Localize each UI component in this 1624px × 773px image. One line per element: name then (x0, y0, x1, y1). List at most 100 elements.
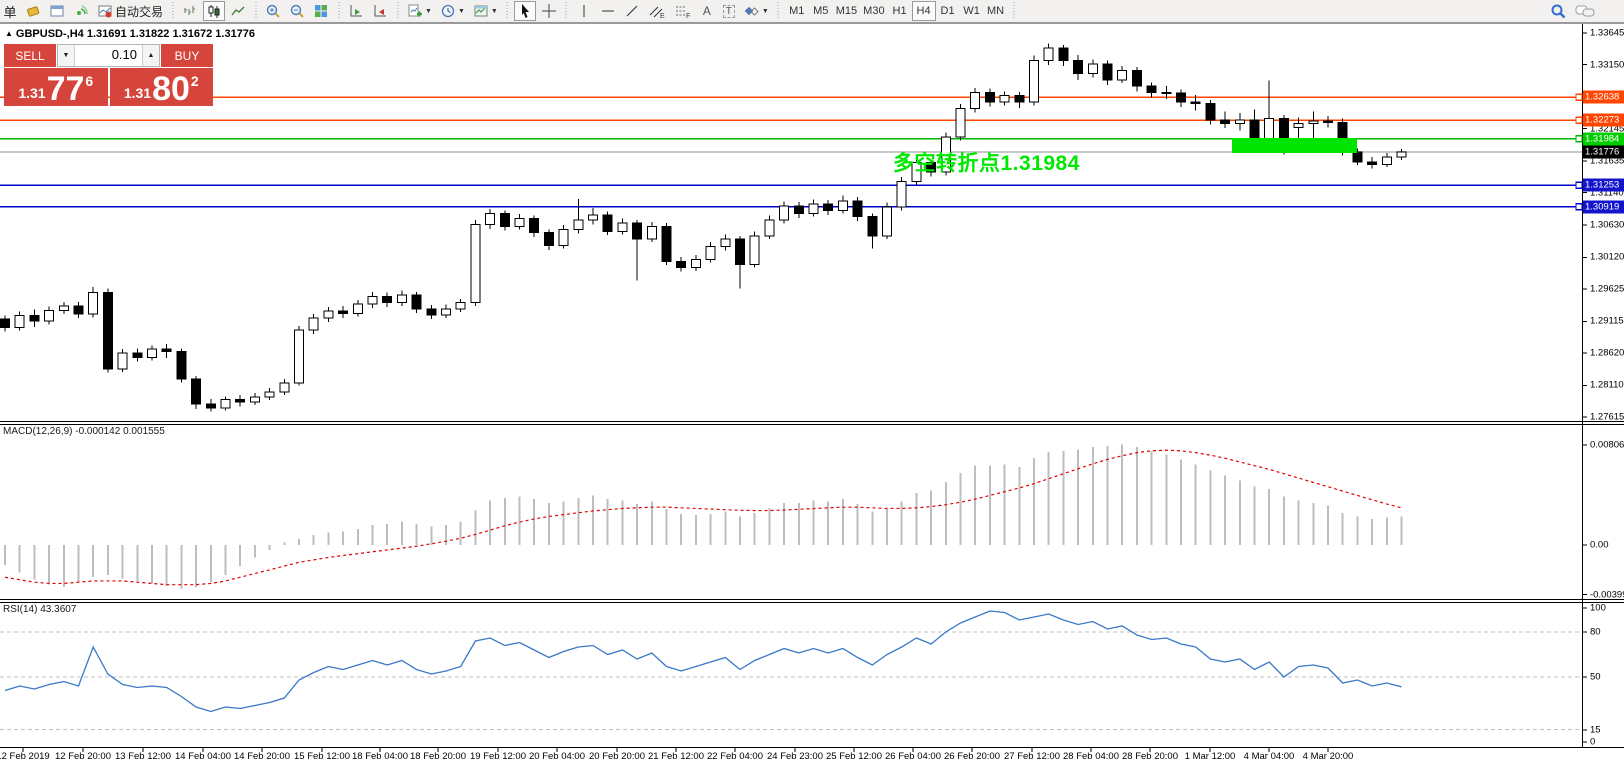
timeframe-m30[interactable]: M30 (860, 1, 887, 21)
time-scale-label: 24 Feb 23:00 (767, 751, 823, 762)
time-scale-label: 15 Feb 12:00 (294, 751, 350, 762)
vertical-line-tool[interactable] (573, 1, 595, 21)
candle-body (176, 351, 187, 380)
candle-body (132, 352, 143, 358)
add-indicator-icon (408, 4, 423, 17)
time-scale-label: 1 Mar 12:00 (1184, 751, 1236, 762)
cursor-tool-button[interactable] (513, 1, 536, 21)
new-order-button[interactable]: 单 (0, 1, 20, 21)
candle-body (632, 222, 643, 240)
collapse-trade-panel-icon[interactable]: ▲ (5, 29, 13, 38)
search-button[interactable] (1547, 1, 1570, 21)
candle-body (73, 305, 84, 315)
candle-body (690, 258, 701, 269)
candle-body (1293, 123, 1304, 129)
line-drag-handle[interactable] (1575, 135, 1583, 143)
volume-down-button[interactable]: ▼ (58, 45, 75, 66)
autotrading-button[interactable]: 自动交易 (94, 1, 166, 21)
text-label-tool[interactable]: T (719, 1, 739, 21)
horizontal-line-tool[interactable] (597, 1, 619, 21)
crosshair-tool-button[interactable] (538, 1, 560, 21)
price-scale-label: 1.27615 (1590, 411, 1624, 423)
clock-icon (441, 4, 455, 18)
volume-up-button[interactable]: ▲ (142, 45, 159, 66)
bar-chart-mode-button[interactable] (179, 1, 201, 21)
candle-body (1029, 60, 1039, 103)
chart-canvas[interactable] (0, 23, 1624, 773)
line-drag-handle[interactable] (1575, 93, 1583, 101)
sell-price-button[interactable]: 1.31 77 6 (4, 68, 108, 106)
horizontal-line-icon (601, 10, 614, 12)
chart-area: ▲ GBPUSD-,H4 1.31691 1.31822 1.31672 1.31… (0, 23, 1624, 773)
buy-price-button[interactable]: 1.31 80 2 (109, 68, 213, 106)
time-scale-label: 12 Feb 20:00 (55, 751, 111, 762)
candle-body (352, 303, 363, 315)
candle-body (147, 348, 157, 358)
fibonacci-tool[interactable]: F (671, 1, 695, 21)
timeframe-h1[interactable]: H1 (888, 1, 912, 21)
timeframe-m5[interactable]: M5 (809, 1, 833, 21)
price-level-badge[interactable]: 1.30919 (1583, 200, 1624, 214)
channel-icon: E (649, 6, 665, 19)
price-scale-label: 1.33645 (1590, 27, 1624, 39)
equidistant-channel-tool[interactable]: E (645, 1, 669, 21)
trendline-tool[interactable] (621, 1, 643, 21)
price-level-badge[interactable]: 1.31984 (1583, 132, 1624, 146)
candle-body (499, 213, 510, 227)
indicators-dropdown[interactable]: ▼ (404, 1, 435, 21)
turning-point-annotation[interactable]: 多空转折点1.31984 (893, 147, 1080, 177)
sell-button[interactable]: SELL (4, 44, 56, 67)
price-level-badge[interactable]: 1.31776 (1583, 145, 1624, 159)
rsi-scale-label: 100 (1590, 602, 1606, 614)
periods-dropdown[interactable]: ▼ (437, 1, 468, 21)
toolbar-separator (563, 2, 569, 20)
auto-scroll-button[interactable] (345, 1, 367, 21)
buy-price-pip: 2 (190, 73, 199, 89)
signals-button[interactable] (70, 1, 92, 21)
chat-button[interactable] (1572, 1, 1598, 21)
mt4-window: 单 自动交易 ▼ ▼ ▼ E F A T ▼ M1 M5 M15 M30 H1 … (0, 0, 1624, 773)
volume-input[interactable]: 0.10 (75, 45, 142, 66)
templates-dropdown[interactable]: ▼ (470, 1, 501, 21)
arrows-shapes-dropdown[interactable]: ▼ (741, 1, 772, 21)
time-scale-label: 12 Feb 2019 (0, 751, 50, 762)
expert-advisor-icon[interactable] (22, 1, 44, 21)
chart-shift-button[interactable] (369, 1, 391, 21)
autotrading-label: 自动交易 (115, 4, 164, 19)
candle-body (1367, 161, 1378, 165)
toolbar-separator (336, 2, 342, 20)
zoom-in-button[interactable] (262, 1, 284, 21)
price-level-badge[interactable]: 1.32273 (1583, 113, 1624, 127)
candle-body (294, 329, 304, 384)
line-drag-handle[interactable] (1575, 181, 1583, 190)
candle-body (235, 398, 246, 403)
candle-body (1308, 120, 1319, 125)
price-level-badge[interactable]: 1.32638 (1583, 90, 1624, 104)
zoom-out-button[interactable] (286, 1, 308, 21)
tile-windows-button[interactable] (310, 1, 332, 21)
time-scale-label: 20 Feb 04:00 (529, 751, 585, 762)
shapes-icon (744, 6, 759, 16)
line-drag-handle[interactable] (1575, 116, 1583, 125)
chart-title-text: GBPUSD-,H4 1.31691 1.31822 1.31672 1.317… (15, 28, 256, 40)
timeframe-mn[interactable]: MN (984, 1, 1008, 21)
timeframe-d1[interactable]: D1 (936, 1, 960, 21)
buy-button[interactable]: BUY (161, 44, 213, 67)
line-drag-handle[interactable] (1575, 202, 1583, 211)
search-icon (1551, 4, 1566, 18)
timeframe-w1[interactable]: W1 (960, 1, 984, 21)
timeframe-h4[interactable]: H4 (911, 1, 936, 21)
candle-body (117, 352, 128, 370)
line-chart-mode-button[interactable] (227, 1, 249, 21)
candle-body (411, 294, 422, 310)
text-tool[interactable]: A (697, 1, 717, 21)
time-scale-label: 18 Feb 20:00 (410, 751, 466, 762)
bar-chart-icon (184, 6, 196, 15)
candle-body (264, 391, 275, 398)
market-watch-window-icon[interactable] (46, 1, 68, 21)
price-level-badge[interactable]: 1.31253 (1583, 178, 1624, 192)
timeframe-m1[interactable]: M1 (785, 1, 809, 21)
timeframe-m15[interactable]: M15 (833, 1, 860, 21)
highlight-rectangle-object[interactable] (1232, 137, 1357, 154)
candlestick-mode-button[interactable] (203, 1, 226, 21)
